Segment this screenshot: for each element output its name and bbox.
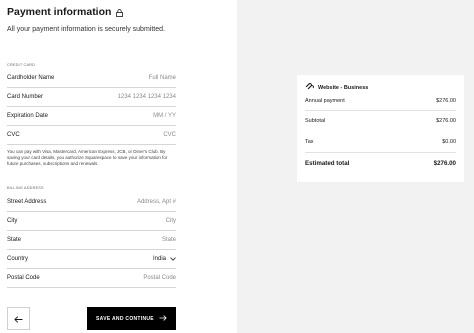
country-selected-value: India [152,256,166,262]
cardholder-name-label: Cardholder Name [7,75,55,81]
expiration-date-label: Expiration Date [7,113,49,119]
cardholder-name-field[interactable]: Cardholder Name Full Name [7,69,176,88]
card-number-label: Card Number [7,94,44,100]
estimated-total-label: Estimated total [305,160,350,167]
lock-icon [116,8,124,17]
subtotal-row: Subtotal $276.00 [305,118,456,124]
street-address-input[interactable]: Address, Apt # [137,199,176,205]
page-title: Payment information [7,6,124,18]
country-label: Country [7,256,29,262]
subtotal-value: $276.00 [436,118,456,124]
page-title-text: Payment information [7,6,112,18]
street-address-field[interactable]: Street Address Address, Apt # [7,193,176,212]
country-field[interactable]: Country India [7,250,176,269]
state-input[interactable]: State [162,237,176,243]
annual-payment-row: Annual payment $276.00 [305,98,456,104]
annual-payment-label: Annual payment [305,98,345,104]
annual-payment-value: $276.00 [436,98,456,104]
country-select[interactable]: India [153,256,176,262]
page-subtitle: All your payment information is securely… [7,26,165,33]
expiration-date-field[interactable]: Expiration Date MM / YY [7,107,176,126]
city-input[interactable]: City [166,218,176,224]
summary-divider [305,110,456,111]
credit-card-section-label: CREDIT CARD [7,63,36,67]
cvc-field[interactable]: CVC CVC [7,126,176,145]
card-number-input[interactable]: 1234 1234 1234 1234 [118,94,176,100]
card-number-field[interactable]: Card Number 1234 1234 1234 1234 [7,88,176,107]
save-button-label: SAVE AND CONTINUE [96,315,154,322]
arrow-left-icon [14,310,23,328]
cardholder-name-input[interactable]: Full Name [149,75,176,81]
estimated-total-value: $276.00 [433,160,456,167]
squarespace-logo-icon [305,83,314,92]
state-field[interactable]: State State [7,231,176,250]
card-authorization-note: You can pay with Visa, Mastercard, Ameri… [7,149,168,167]
cvc-input[interactable]: CVC [163,132,176,138]
tax-label: Tax [305,139,314,145]
subtotal-label: Subtotal [305,118,326,124]
expiration-date-input[interactable]: MM / YY [153,113,176,119]
save-and-continue-button[interactable]: SAVE AND CONTINUE [87,307,176,330]
city-label: City [7,218,18,224]
postal-code-input[interactable]: Postal Code [143,275,176,281]
billing-address-section-label: BILLING ADDRESS [7,186,44,190]
summary-header: Website - Business [305,83,368,92]
postal-code-label: Postal Code [7,275,40,281]
order-summary-card: Website - Business Annual payment $276.0… [297,75,464,182]
cvc-label: CVC [7,132,20,138]
street-address-label: Street Address [7,199,47,205]
payment-form-panel: Payment information All your payment inf… [0,0,237,333]
chevron-down-icon [170,257,176,261]
summary-divider [305,152,456,153]
tax-row: Tax $0.00 [305,139,456,145]
tax-value: $0.00 [442,139,456,145]
summary-product-name: Website - Business [318,84,369,91]
city-field[interactable]: City City [7,212,176,231]
estimated-total-row: Estimated total $276.00 [305,160,456,167]
postal-code-field[interactable]: Postal Code Postal Code [7,269,176,288]
back-button[interactable] [7,307,30,330]
arrow-right-icon [159,314,167,323]
state-label: State [7,237,22,243]
